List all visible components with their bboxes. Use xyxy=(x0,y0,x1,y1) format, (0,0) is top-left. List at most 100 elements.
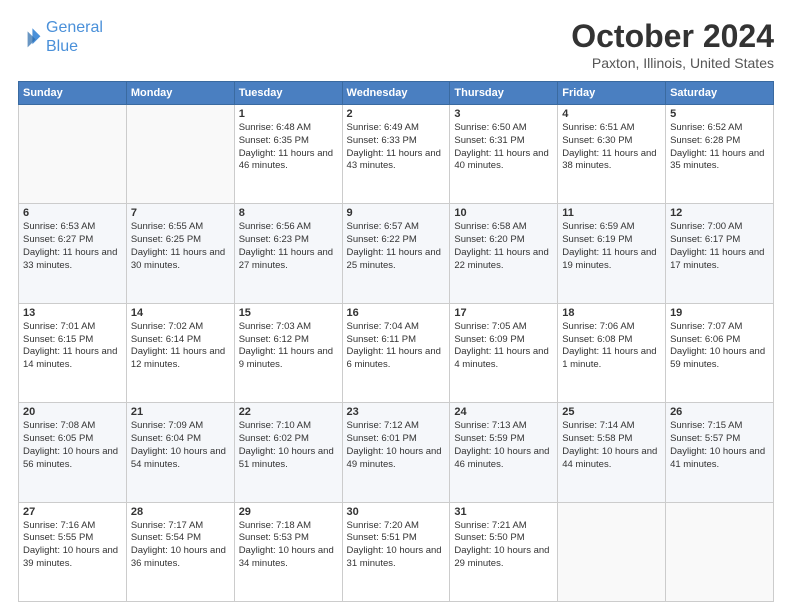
calendar-day-header: Monday xyxy=(126,82,234,105)
calendar-cell: 19 Sunrise: 7:07 AM Sunset: 6:06 PM Dayli… xyxy=(666,303,774,402)
calendar-cell: 23Sunrise: 7:12 AM Sunset: 6:01 PM Dayli… xyxy=(342,403,450,502)
day-number: 2 xyxy=(347,108,446,120)
calendar-cell xyxy=(126,105,234,204)
day-number: 9 xyxy=(347,207,446,219)
day-info: Sunrise: 7:21 AM Sunset: 5:50 PM Dayligh… xyxy=(454,520,553,571)
logo-text: General Blue xyxy=(46,18,103,56)
calendar-week-row: 20 Sunrise: 7:08 AM Sunset: 6:05 PM Dayli… xyxy=(19,403,774,502)
calendar-cell: 13Sunrise: 7:01 AM Sunset: 6:15 PM Dayli… xyxy=(19,303,127,402)
day-number: 10 xyxy=(454,207,553,219)
calendar-cell: 6 Sunrise: 6:53 AM Sunset: 6:27 PM Daylig… xyxy=(19,204,127,303)
day-number: 11 xyxy=(562,207,661,219)
day-number: 14 xyxy=(131,307,230,319)
subtitle: Paxton, Illinois, United States xyxy=(571,55,774,71)
page: General Blue October 2024 Paxton, Illino… xyxy=(0,0,792,612)
day-number: 19 xyxy=(670,307,769,319)
day-number: 25 xyxy=(562,406,661,418)
day-number: 20 xyxy=(23,406,122,418)
calendar-cell: 12Sunrise: 7:00 AM Sunset: 6:17 PM Dayli… xyxy=(666,204,774,303)
calendar-cell: 10 Sunrise: 6:58 AM Sunset: 6:20 PM Dayli… xyxy=(450,204,558,303)
day-info: Sunrise: 6:57 AM Sunset: 6:22 PM Dayligh… xyxy=(347,221,446,272)
day-number: 6 xyxy=(23,207,122,219)
day-info: Sunrise: 7:20 AM Sunset: 5:51 PM Dayligh… xyxy=(347,520,446,571)
day-info: Sunrise: 7:03 AM Sunset: 6:12 PM Dayligh… xyxy=(239,321,338,372)
day-info: Sunrise: 7:16 AM Sunset: 5:55 PM Dayligh… xyxy=(23,520,122,571)
day-info: Sunrise: 7:02 AM Sunset: 6:14 PM Dayligh… xyxy=(131,321,230,372)
day-info: Sunrise: 6:53 AM Sunset: 6:27 PM Dayligh… xyxy=(23,221,122,272)
day-number: 4 xyxy=(562,108,661,120)
header: General Blue October 2024 Paxton, Illino… xyxy=(18,18,774,71)
day-info: Sunrise: 7:07 AM Sunset: 6:06 PM Dayligh… xyxy=(670,321,769,372)
day-number: 5 xyxy=(670,108,769,120)
calendar-cell: 24 Sunrise: 7:13 AM Sunset: 5:59 PM Dayli… xyxy=(450,403,558,502)
calendar-cell xyxy=(19,105,127,204)
calendar-cell: 9 Sunrise: 6:57 AM Sunset: 6:22 PM Daylig… xyxy=(342,204,450,303)
day-number: 26 xyxy=(670,406,769,418)
day-info: Sunrise: 6:48 AM Sunset: 6:35 PM Dayligh… xyxy=(239,122,338,173)
calendar: SundayMondayTuesdayWednesdayThursdayFrid… xyxy=(18,81,774,602)
day-number: 16 xyxy=(347,307,446,319)
day-info: Sunrise: 7:05 AM Sunset: 6:09 PM Dayligh… xyxy=(454,321,553,372)
calendar-day-header: Sunday xyxy=(19,82,127,105)
calendar-day-header: Thursday xyxy=(450,82,558,105)
day-info: Sunrise: 6:49 AM Sunset: 6:33 PM Dayligh… xyxy=(347,122,446,173)
calendar-cell: 2 Sunrise: 6:49 AM Sunset: 6:33 PM Daylig… xyxy=(342,105,450,204)
calendar-cell: 16 Sunrise: 7:04 AM Sunset: 6:11 PM Dayli… xyxy=(342,303,450,402)
day-number: 15 xyxy=(239,307,338,319)
day-info: Sunrise: 7:00 AM Sunset: 6:17 PM Dayligh… xyxy=(670,221,769,272)
calendar-cell: 30Sunrise: 7:20 AM Sunset: 5:51 PM Dayli… xyxy=(342,502,450,601)
day-info: Sunrise: 7:15 AM Sunset: 5:57 PM Dayligh… xyxy=(670,420,769,471)
day-number: 22 xyxy=(239,406,338,418)
logo-icon xyxy=(18,25,42,49)
calendar-cell: 15 Sunrise: 7:03 AM Sunset: 6:12 PM Dayli… xyxy=(234,303,342,402)
day-info: Sunrise: 7:10 AM Sunset: 6:02 PM Dayligh… xyxy=(239,420,338,471)
calendar-cell: 17 Sunrise: 7:05 AM Sunset: 6:09 PM Dayli… xyxy=(450,303,558,402)
day-number: 3 xyxy=(454,108,553,120)
calendar-day-header: Wednesday xyxy=(342,82,450,105)
calendar-cell: 20 Sunrise: 7:08 AM Sunset: 6:05 PM Dayli… xyxy=(19,403,127,502)
day-info: Sunrise: 7:09 AM Sunset: 6:04 PM Dayligh… xyxy=(131,420,230,471)
day-number: 1 xyxy=(239,108,338,120)
day-info: Sunrise: 7:13 AM Sunset: 5:59 PM Dayligh… xyxy=(454,420,553,471)
calendar-cell xyxy=(558,502,666,601)
day-info: Sunrise: 7:08 AM Sunset: 6:05 PM Dayligh… xyxy=(23,420,122,471)
calendar-day-header: Tuesday xyxy=(234,82,342,105)
day-number: 18 xyxy=(562,307,661,319)
title-block: October 2024 Paxton, Illinois, United St… xyxy=(571,18,774,71)
calendar-cell: 26 Sunrise: 7:15 AM Sunset: 5:57 PM Dayli… xyxy=(666,403,774,502)
day-info: Sunrise: 6:51 AM Sunset: 6:30 PM Dayligh… xyxy=(562,122,661,173)
calendar-cell: 28Sunrise: 7:17 AM Sunset: 5:54 PM Dayli… xyxy=(126,502,234,601)
day-info: Sunrise: 6:59 AM Sunset: 6:19 PM Dayligh… xyxy=(562,221,661,272)
calendar-cell: 22 Sunrise: 7:10 AM Sunset: 6:02 PM Dayli… xyxy=(234,403,342,502)
calendar-cell: 4 Sunrise: 6:51 AM Sunset: 6:30 PM Daylig… xyxy=(558,105,666,204)
day-number: 29 xyxy=(239,506,338,518)
day-number: 17 xyxy=(454,307,553,319)
day-number: 7 xyxy=(131,207,230,219)
day-info: Sunrise: 6:50 AM Sunset: 6:31 PM Dayligh… xyxy=(454,122,553,173)
calendar-cell: 27Sunrise: 7:16 AM Sunset: 5:55 PM Dayli… xyxy=(19,502,127,601)
calendar-cell: 5 Sunrise: 6:52 AM Sunset: 6:28 PM Daylig… xyxy=(666,105,774,204)
calendar-cell: 8Sunrise: 6:56 AM Sunset: 6:23 PM Daylig… xyxy=(234,204,342,303)
calendar-week-row: 6 Sunrise: 6:53 AM Sunset: 6:27 PM Daylig… xyxy=(19,204,774,303)
calendar-header-row: SundayMondayTuesdayWednesdayThursdayFrid… xyxy=(19,82,774,105)
day-number: 8 xyxy=(239,207,338,219)
calendar-week-row: 27Sunrise: 7:16 AM Sunset: 5:55 PM Dayli… xyxy=(19,502,774,601)
day-info: Sunrise: 7:04 AM Sunset: 6:11 PM Dayligh… xyxy=(347,321,446,372)
calendar-day-header: Saturday xyxy=(666,82,774,105)
calendar-cell: 18 Sunrise: 7:06 AM Sunset: 6:08 PM Dayli… xyxy=(558,303,666,402)
day-info: Sunrise: 6:55 AM Sunset: 6:25 PM Dayligh… xyxy=(131,221,230,272)
day-number: 13 xyxy=(23,307,122,319)
day-info: Sunrise: 7:06 AM Sunset: 6:08 PM Dayligh… xyxy=(562,321,661,372)
calendar-cell: 14 Sunrise: 7:02 AM Sunset: 6:14 PM Dayli… xyxy=(126,303,234,402)
logo: General Blue xyxy=(18,18,103,56)
calendar-cell: 25Sunrise: 7:14 AM Sunset: 5:58 PM Dayli… xyxy=(558,403,666,502)
calendar-cell: 7 Sunrise: 6:55 AM Sunset: 6:25 PM Daylig… xyxy=(126,204,234,303)
day-info: Sunrise: 7:18 AM Sunset: 5:53 PM Dayligh… xyxy=(239,520,338,571)
calendar-cell: 29 Sunrise: 7:18 AM Sunset: 5:53 PM Dayli… xyxy=(234,502,342,601)
day-info: Sunrise: 7:17 AM Sunset: 5:54 PM Dayligh… xyxy=(131,520,230,571)
logo-line1: General xyxy=(46,19,103,36)
logo-line2: Blue xyxy=(46,38,78,55)
day-info: Sunrise: 6:52 AM Sunset: 6:28 PM Dayligh… xyxy=(670,122,769,173)
day-number: 24 xyxy=(454,406,553,418)
day-info: Sunrise: 6:58 AM Sunset: 6:20 PM Dayligh… xyxy=(454,221,553,272)
